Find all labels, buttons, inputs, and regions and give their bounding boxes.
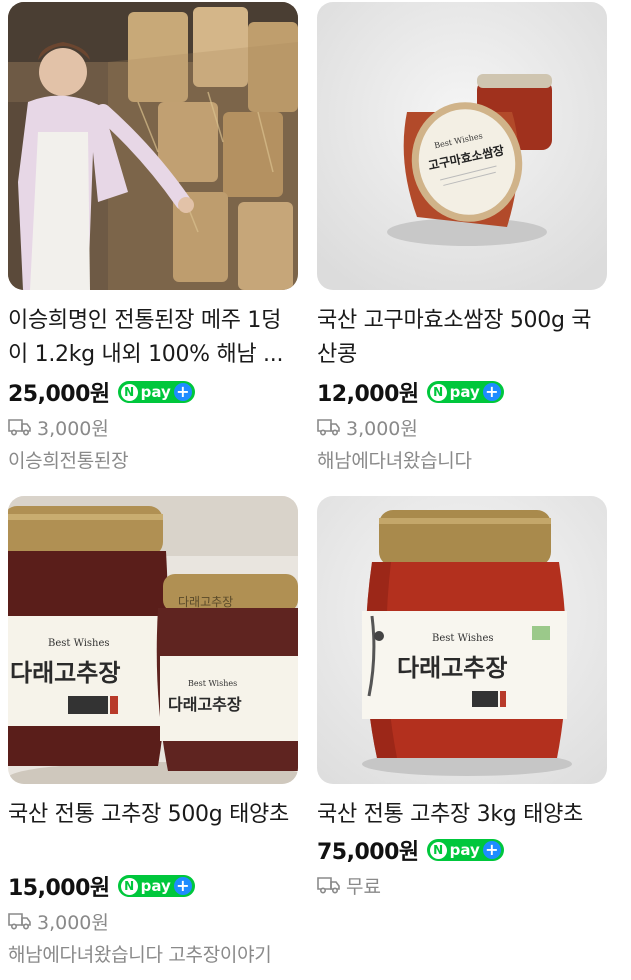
product-grid: 이승희명인 전통된장 메주 1덩이 1.2kg 내외 100% 해남 ... 2… <box>0 0 631 980</box>
npay-label: pay <box>449 841 480 859</box>
seller-name[interactable]: 해남에다녀왔습니다 <box>317 444 607 478</box>
shipping-fee: 3,000원 <box>37 911 109 934</box>
shipping-info: 무료 <box>317 868 607 902</box>
shipping-fee: 3,000원 <box>346 417 418 440</box>
product-price: 12,000원 <box>317 382 419 407</box>
product-image[interactable] <box>8 2 298 290</box>
price-row: 12,000원 N pay + <box>317 374 607 410</box>
price-row: 15,000원 N pay + <box>8 868 298 904</box>
npay-label: pay <box>449 383 480 401</box>
product-title[interactable]: 이승희명인 전통된장 메주 1덩이 1.2kg 내외 100% 해남 ... <box>8 304 298 372</box>
product-image[interactable]: Best Wishes 고구마효소쌈장 <box>317 2 607 290</box>
npay-badge: N pay + <box>117 381 195 403</box>
shipping-fee: 무료 <box>346 875 381 898</box>
seller-name[interactable]: 이승희전통된장 <box>8 444 298 478</box>
npay-n-icon: N <box>429 841 447 859</box>
svg-text:Best Wishes: Best Wishes <box>188 679 237 688</box>
product-title[interactable]: 국산 고구마효소쌈장 500g 국산콩 <box>317 304 607 372</box>
npay-badge: N pay + <box>117 875 195 897</box>
jar-brand-text: Best Wishes <box>48 638 110 649</box>
svg-text:다래고추장: 다래고추장 <box>178 595 233 609</box>
npay-n-icon: N <box>120 877 138 895</box>
product-price: 75,000원 <box>317 840 419 865</box>
shipping-info: 3,000원 <box>317 410 607 444</box>
npay-badge: N pay + <box>426 839 504 861</box>
npay-badge: N pay + <box>426 381 504 403</box>
product-card[interactable]: Best Wishes 다래고추장 국산 전통 고추장 3kg 태양초 75,0… <box>317 496 607 902</box>
jar-label-text: 다래고추장 <box>10 659 120 687</box>
product-image[interactable]: Best Wishes 다래고추장 다래고추장 Best Wishes 다래고추… <box>8 496 298 784</box>
product-card[interactable]: Best Wishes 고구마효소쌈장 국산 고구마효소쌈장 500g 국산콩 … <box>317 2 607 478</box>
shipping-info: 3,000원 <box>8 410 298 444</box>
jar-brand-text: Best Wishes <box>432 633 494 644</box>
product-card[interactable]: 이승희명인 전통된장 메주 1덩이 1.2kg 내외 100% 해남 ... 2… <box>8 2 298 478</box>
product-price: 15,000원 <box>8 876 110 901</box>
npay-label: pay <box>140 877 171 895</box>
plus-icon: + <box>482 383 501 401</box>
product-price: 25,000원 <box>8 382 110 407</box>
product-title[interactable]: 국산 전통 고추장 500g 태양초 <box>8 798 298 866</box>
truck-icon <box>317 877 340 894</box>
seller-name[interactable]: 해남에다녀왔습니다 고추장이야기 <box>8 938 298 972</box>
product-image[interactable]: Best Wishes 다래고추장 <box>317 496 607 784</box>
jar-label-text: 다래고추장 <box>397 654 507 682</box>
npay-label: pay <box>140 383 171 401</box>
plus-icon: + <box>482 841 501 859</box>
truck-icon <box>8 419 31 436</box>
shipping-info: 3,000원 <box>8 904 298 938</box>
truck-icon <box>317 419 340 436</box>
svg-text:다래고추장: 다래고추장 <box>168 695 242 714</box>
shipping-fee: 3,000원 <box>37 417 109 440</box>
plus-icon: + <box>173 383 192 401</box>
price-row: 25,000원 N pay + <box>8 374 298 410</box>
price-row: 75,000원 N pay + <box>317 832 607 868</box>
truck-icon <box>8 913 31 930</box>
npay-n-icon: N <box>120 383 138 401</box>
plus-icon: + <box>173 877 192 895</box>
product-card[interactable]: Best Wishes 다래고추장 다래고추장 Best Wishes 다래고추… <box>8 496 298 972</box>
npay-n-icon: N <box>429 383 447 401</box>
